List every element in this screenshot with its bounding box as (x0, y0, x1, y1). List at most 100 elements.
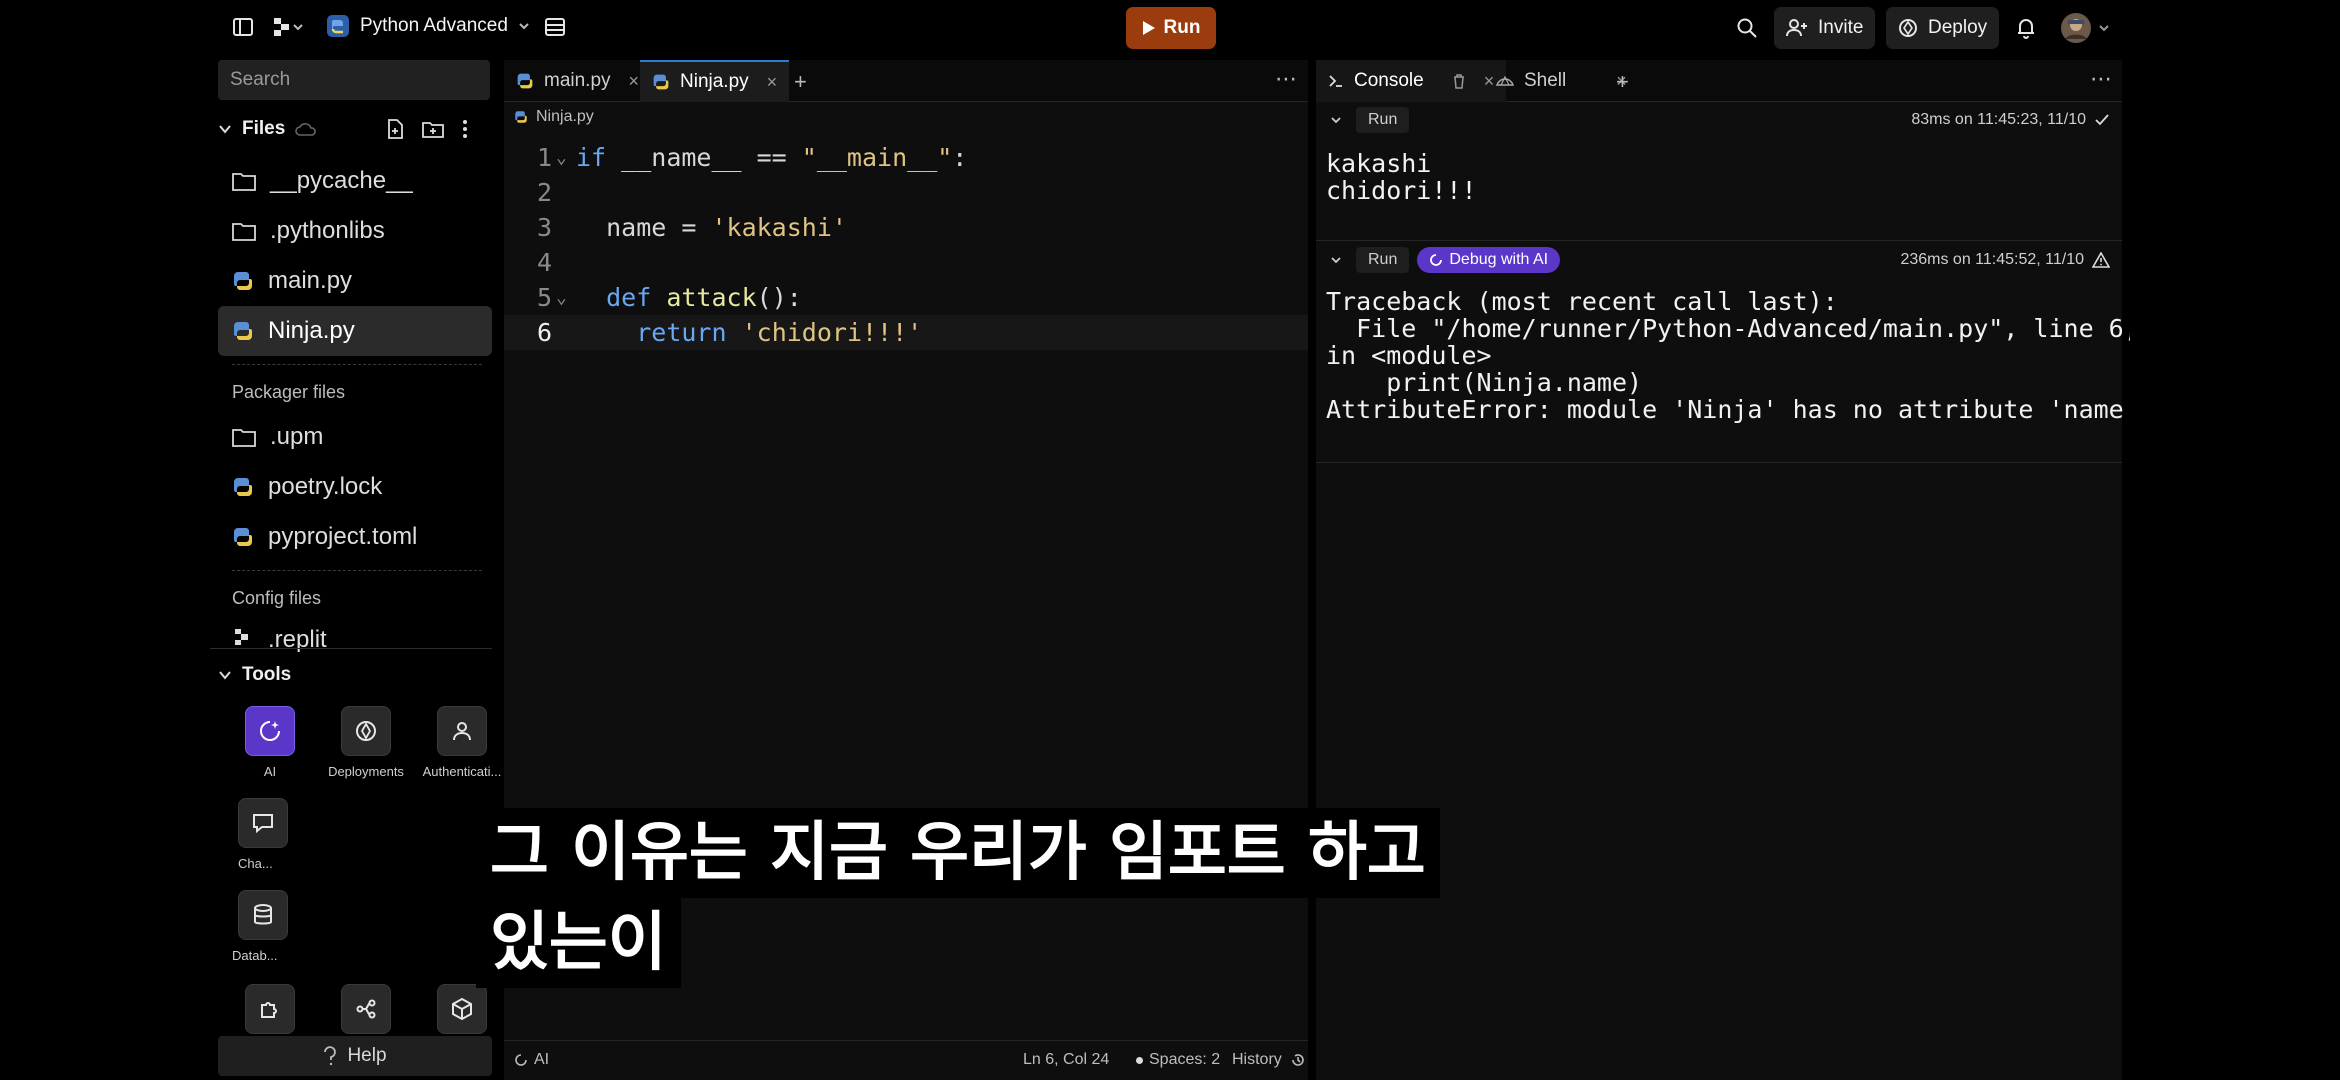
file-item-pyproject-toml[interactable]: pyproject.toml (218, 512, 492, 562)
new-folder-icon[interactable] (422, 120, 444, 138)
code-text: if __name__ == "__main__": (576, 143, 968, 172)
tool-database[interactable]: Datab... (222, 890, 318, 963)
code-line[interactable]: 2 (504, 175, 1308, 210)
search-icon[interactable] (1736, 17, 1758, 39)
tool-packages[interactable] (414, 984, 510, 1042)
tools-section-header[interactable]: Tools (218, 664, 291, 686)
new-tab-icon[interactable]: + (1616, 69, 1629, 95)
line-number: 4 (536, 248, 552, 277)
file-name: pyproject.toml (268, 523, 418, 550)
tool-git[interactable] (318, 984, 414, 1042)
file-item-main-py[interactable]: main.py (218, 256, 492, 306)
tools-title: Tools (242, 664, 292, 685)
packager-files-heading: Packager files (232, 382, 346, 402)
file-item-pythonlibs[interactable]: .pythonlibs (218, 206, 492, 256)
console-output: kakashi chidori!!! (1326, 149, 1477, 205)
tool-extensions[interactable] (222, 984, 318, 1042)
search-input[interactable]: Search (218, 60, 490, 100)
deploy-button[interactable]: Deploy (1886, 7, 2000, 49)
layout-icon[interactable] (544, 16, 566, 38)
close-icon[interactable]: × (629, 71, 640, 92)
project-selector[interactable]: Python Advanced (326, 14, 530, 38)
run-time: 236ms on 11:45:52, 11/10 (1900, 251, 2084, 268)
code-line[interactable]: 3 name = 'kakashi' (504, 210, 1308, 245)
tool-ai[interactable]: AI (222, 706, 318, 779)
help-button[interactable]: Help (218, 1036, 492, 1076)
python-icon (232, 476, 254, 498)
fold-chevron-icon[interactable]: ⌄ (556, 280, 567, 315)
ai-status-button[interactable]: AI (514, 1051, 549, 1069)
tab-ninja-py[interactable]: Ninja.py × (640, 60, 790, 102)
debug-with-ai-button[interactable]: Debug with AI (1417, 247, 1561, 273)
code-line[interactable]: 1 ⌄ if __name__ == "__main__": (504, 140, 1308, 175)
file-name: poetry.lock (268, 473, 383, 500)
file-item-poetry-lock[interactable]: poetry.lock (218, 462, 492, 512)
file-name: .pythonlibs (270, 217, 385, 244)
code-line[interactable]: 5 ⌄ def attack(): (504, 280, 1308, 315)
chevron-down-icon (218, 668, 232, 682)
code-line[interactable]: 4 (504, 245, 1308, 280)
editor-status-bar: AI Ln 6, Col 24 Spaces: 2 History (504, 1040, 1308, 1080)
check-icon (2094, 113, 2110, 127)
cursor-position[interactable]: Ln 6, Col 24 (1023, 1051, 1109, 1069)
file-name: .upm (270, 423, 324, 450)
run-button[interactable]: Run (1126, 7, 1216, 49)
tab-main-py[interactable]: main.py × (504, 60, 651, 102)
avatar-menu[interactable] (2060, 12, 2110, 44)
debug-label: Debug with AI (1449, 251, 1549, 268)
file-item-pycache[interactable]: __pycache__ (218, 156, 492, 206)
file-item-ninja-py[interactable]: Ninja.py (218, 306, 492, 356)
indentation-setting[interactable]: Spaces: 2 (1136, 1051, 1220, 1069)
code-line[interactable]: 6 return 'chidori!!!' (504, 315, 1308, 350)
python-icon (232, 320, 254, 342)
run-meta: 236ms on 11:45:52, 11/10 (1900, 251, 2110, 269)
python-icon (232, 270, 254, 292)
bell-icon[interactable] (2016, 17, 2036, 39)
more-options-icon[interactable] (462, 119, 468, 139)
more-options-icon[interactable]: ⋯ (2090, 66, 2112, 92)
chat-icon (251, 811, 275, 835)
files-section-header[interactable]: Files (218, 116, 492, 142)
chevron-down-icon[interactable] (1330, 254, 1342, 266)
editor-tab-bar: main.py × Ninja.py × + ⋯ (504, 60, 1308, 102)
git-branch-icon (354, 997, 378, 1021)
history-label: History (1232, 1051, 1282, 1068)
replit-logo-icon[interactable] (272, 16, 304, 38)
replit-file-icon (232, 626, 254, 648)
run-chip: Run (1356, 247, 1410, 273)
divider (232, 364, 482, 365)
history-button[interactable]: History (1232, 1051, 1306, 1069)
sidebar-toggle-icon[interactable] (232, 16, 254, 38)
invite-button[interactable]: Invite (1774, 7, 1876, 49)
close-icon[interactable]: × (767, 72, 778, 93)
add-user-icon (1786, 18, 1808, 38)
invite-label: Invite (1818, 17, 1864, 38)
tab-console[interactable]: Console × (1316, 60, 1507, 102)
more-options-icon[interactable]: ⋯ (1275, 66, 1298, 92)
project-name: Python Advanced (360, 15, 508, 36)
tool-deployments[interactable]: Deployments (318, 706, 414, 779)
chevron-down-icon[interactable] (1330, 114, 1342, 126)
file-item-upm[interactable]: .upm (218, 412, 492, 462)
file-item-replit[interactable]: .replit (218, 620, 492, 656)
database-icon (252, 903, 274, 927)
video-subtitle: 그 이유는 지금 우리가 임포트 하고 있는이 (476, 808, 1440, 988)
tool-chat[interactable]: Cha... (222, 798, 318, 871)
run-chip: Run (1356, 107, 1410, 133)
file-name: __pycache__ (270, 167, 413, 194)
tool-authentication[interactable]: Authenticati... (414, 706, 510, 779)
puzzle-icon (258, 997, 282, 1021)
terminal-icon (1328, 73, 1344, 89)
files-title: Files (242, 118, 286, 139)
fold-chevron-icon[interactable]: ⌄ (556, 140, 567, 175)
new-tab-icon[interactable]: + (794, 69, 807, 95)
ai-icon (1429, 253, 1443, 267)
line-number: 6 (536, 318, 552, 347)
tool-label: Authenticati... (422, 764, 502, 779)
cloud-icon (295, 121, 317, 137)
spaces-label: Spaces: 2 (1149, 1051, 1221, 1068)
deploy-icon (354, 719, 378, 743)
trash-icon[interactable] (1452, 73, 1466, 89)
file-name: main.py (268, 267, 353, 294)
new-file-icon[interactable] (386, 119, 404, 139)
